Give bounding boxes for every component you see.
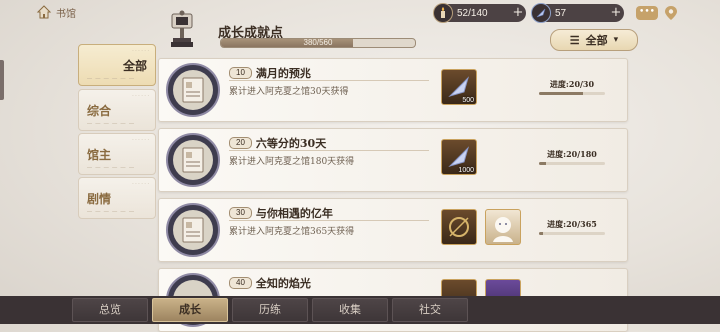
- achievement-name: 与你相遇的亿年: [255, 207, 333, 220]
- tab-all[interactable]: · · · · · · 全部 — — — — — —: [78, 44, 156, 86]
- progress-bar: [539, 162, 605, 165]
- tab-ornament: · · · · · ·: [132, 137, 149, 143]
- achievement-medal-icon: [166, 203, 220, 257]
- frame-icon[interactable]: [441, 209, 477, 245]
- candle-count: 52/140: [457, 7, 488, 19]
- progress-fill: [539, 92, 584, 95]
- crystal-feather-icon[interactable]: 1000: [441, 139, 477, 175]
- achievement-name: 全知的焰光: [255, 277, 311, 290]
- achievement-progress: 进度:20/365: [539, 219, 605, 235]
- tab-story[interactable]: · · · · · · 剧情 — — — — — —: [78, 177, 156, 219]
- map-pin-icon[interactable]: [664, 5, 678, 21]
- add-crystal-button[interactable]: +: [608, 5, 624, 21]
- achievement-name: 六等分的30天: [255, 137, 327, 150]
- tab-ornament: — — — — — —: [87, 76, 135, 82]
- feather-crystal-icon: [531, 3, 551, 23]
- progress-bar: [539, 232, 605, 235]
- nav-social[interactable]: 社交: [392, 298, 468, 322]
- crystal-count: 57: [555, 7, 567, 19]
- home-icon: [36, 5, 52, 19]
- achievement-progress: 进度:20/180: [539, 149, 605, 165]
- progress-text: 进度:20/180: [547, 149, 597, 159]
- trophy-icon: [171, 10, 193, 47]
- reward-list: 500: [441, 69, 477, 105]
- side-handle[interactable]: [0, 60, 4, 100]
- nav-growth[interactable]: 成长: [152, 298, 228, 322]
- achievement-desc: 累计进入阿克夏之馆180天获得: [229, 157, 355, 167]
- back-label: 书馆: [56, 8, 76, 20]
- achievement-desc: 累计进入阿克夏之馆365天获得: [229, 227, 355, 237]
- resource-crystal: 57 +: [531, 3, 624, 23]
- add-candle-button[interactable]: +: [510, 5, 526, 21]
- tab-ornament: — — — — — —: [87, 121, 135, 127]
- points-badge: 20: [229, 137, 252, 149]
- achievement-medal-icon: [166, 133, 220, 187]
- tab-curator[interactable]: · · · · · · 馆主 — — — — — —: [78, 133, 156, 175]
- tab-general-label: 综合: [87, 104, 112, 118]
- tab-ornament: — — — — — —: [87, 209, 135, 215]
- achievement-medal-icon: [166, 63, 220, 117]
- progress-bar: [539, 92, 605, 95]
- points-badge: 10: [229, 67, 252, 79]
- divider: [229, 150, 429, 151]
- resource-candle: 52/140 +: [433, 3, 526, 23]
- achievement-screen: 书馆 52/140 + 57 + ••• 成长成就点 380/560 ☰ 全部: [0, 0, 720, 332]
- divider: [229, 220, 429, 221]
- achievement-card[interactable]: 30 与你相遇的亿年 累计进入阿克夏之馆365天获得 进度:20/365: [158, 198, 628, 262]
- achievement-heading: 10 满月的预兆: [229, 65, 311, 81]
- nav-collection[interactable]: 收集: [312, 298, 388, 322]
- avatar-icon[interactable]: [485, 209, 521, 245]
- progress-fill: [539, 162, 547, 165]
- achievement-progress: 进度:20/30: [539, 79, 605, 95]
- back-button[interactable]: 书馆: [36, 4, 76, 20]
- filter-dropdown[interactable]: ☰ 全部 ▾: [550, 29, 638, 51]
- achievement-name: 满月的预兆: [255, 67, 311, 80]
- reward-amount: 500: [462, 97, 474, 104]
- points-badge: 30: [229, 207, 252, 219]
- achievement-desc: 累计进入阿克夏之馆30天获得: [229, 87, 349, 97]
- reward-amount: 1000: [458, 167, 474, 174]
- growth-points-bar: 380/560: [220, 38, 416, 48]
- tab-ornament: — — — — — —: [87, 165, 135, 171]
- achievement-card[interactable]: 10 满月的预兆 累计进入阿克夏之馆30天获得 500 进度:20/30: [158, 58, 628, 122]
- filter-icon: ☰: [569, 33, 580, 47]
- chevron-down-icon: ▾: [613, 35, 619, 45]
- growth-points-text: 380/560: [303, 38, 333, 47]
- chat-button[interactable]: •••: [636, 6, 658, 20]
- crystal-feather-icon[interactable]: 500: [441, 69, 477, 105]
- tab-all-label: 全部: [122, 59, 147, 73]
- bottom-nav: 总览 成长 历练 收集 社交: [0, 296, 720, 324]
- divider: [229, 80, 429, 81]
- tab-ornament: · · · · · ·: [132, 48, 149, 54]
- nav-overview[interactable]: 总览: [72, 298, 148, 322]
- achievement-heading: 30 与你相遇的亿年: [229, 205, 333, 221]
- achievement-heading: 20 六等分的30天: [229, 135, 326, 151]
- tab-story-label: 剧情: [87, 192, 112, 206]
- reward-list: 1000: [441, 139, 477, 175]
- candle-icon: [433, 3, 453, 23]
- filter-label: 全部: [585, 34, 608, 47]
- tab-ornament: · · · · · ·: [132, 181, 149, 187]
- points-badge: 40: [229, 277, 252, 289]
- tab-ornament: · · · · · ·: [132, 93, 149, 99]
- progress-text: 进度:20/365: [547, 219, 597, 229]
- tab-general[interactable]: · · · · · · 综合 — — — — — —: [78, 89, 156, 131]
- reward-list: [441, 209, 521, 245]
- tab-curator-label: 馆主: [87, 148, 112, 162]
- achievement-card[interactable]: 20 六等分的30天 累计进入阿克夏之馆180天获得 1000 进度:20/18…: [158, 128, 628, 192]
- progress-fill: [539, 232, 543, 235]
- achievement-heading: 40 全知的焰光: [229, 275, 311, 291]
- progress-text: 进度:20/30: [549, 79, 595, 89]
- nav-training[interactable]: 历练: [232, 298, 308, 322]
